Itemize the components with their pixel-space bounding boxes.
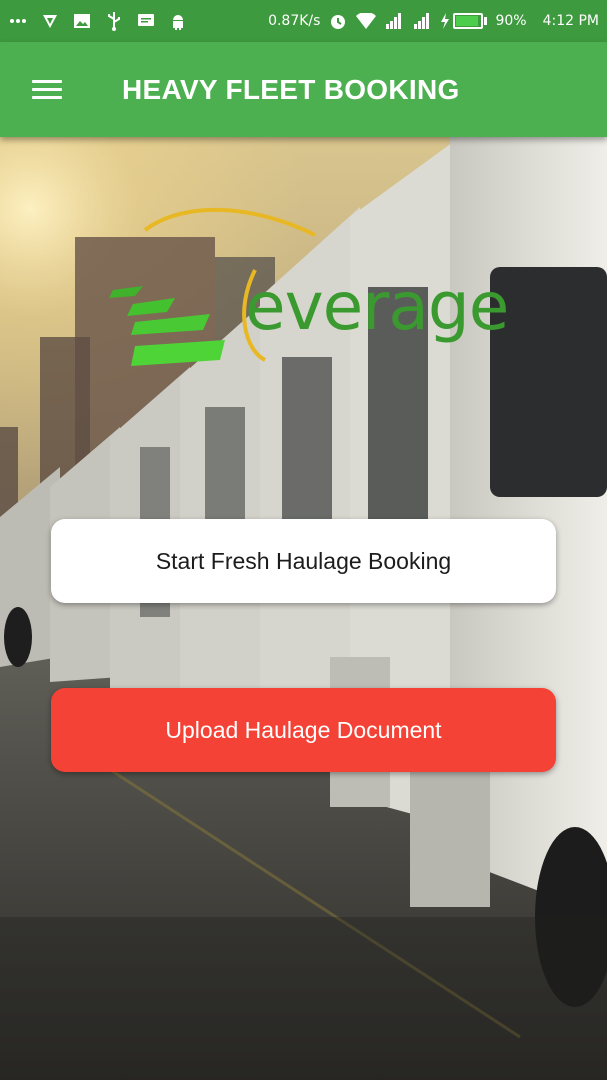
signal-icon: [384, 11, 404, 31]
usb-icon: [104, 11, 124, 31]
vpn-icon: [40, 11, 60, 31]
status-bar-right: 0.87K/s 90% 4:12 PM: [268, 11, 599, 31]
android-icon: [168, 11, 188, 31]
battery-tip: [484, 17, 488, 25]
page-title: HEAVY FLEET BOOKING: [122, 73, 460, 105]
menu-button[interactable]: [0, 42, 94, 137]
upload-document-label: Upload Haulage Document: [165, 716, 442, 743]
start-booking-label: Start Fresh Haulage Booking: [155, 547, 452, 574]
charging-icon: [440, 11, 450, 31]
logo-wordmark: everage: [245, 268, 509, 345]
start-fresh-haulage-booking-button[interactable]: Start Fresh Haulage Booking: [51, 519, 556, 603]
battery-indicator: [440, 11, 488, 31]
status-bar: 0.87K/s 90% 4:12 PM: [0, 0, 607, 42]
upload-haulage-document-button[interactable]: Upload Haulage Document: [51, 688, 556, 772]
battery-percent: 90%: [495, 13, 527, 29]
battery-level: [456, 16, 479, 26]
status-bar-left: [8, 11, 188, 31]
alarm-icon: [328, 11, 348, 31]
battery-icon: [453, 13, 484, 29]
leverage-logo: everage: [105, 200, 509, 380]
network-speed: 0.87K/s: [268, 13, 321, 29]
signal-icon: [412, 11, 432, 31]
image-icon: [72, 11, 92, 31]
wifi-icon: [356, 11, 377, 31]
clock: 4:12 PM: [542, 13, 599, 29]
message-icon: [136, 11, 156, 31]
more-icon: [8, 11, 28, 31]
hamburger-menu-icon: [32, 75, 62, 104]
app-bar: HEAVY FLEET BOOKING: [0, 42, 607, 137]
